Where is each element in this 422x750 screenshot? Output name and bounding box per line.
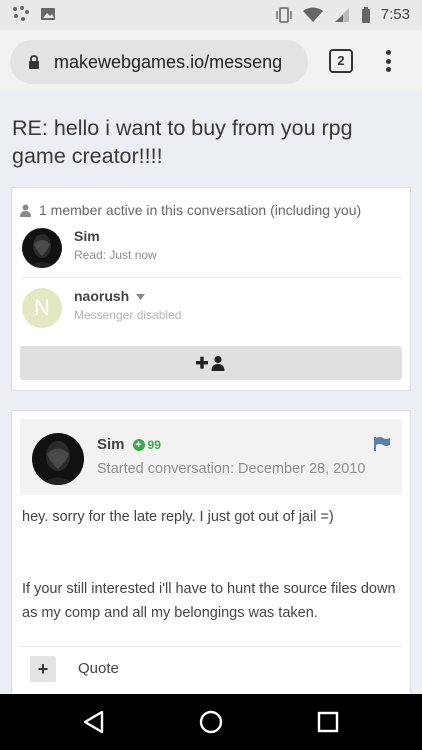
post-author-row: Sim + 99 (97, 436, 161, 453)
overflow-menu-icon[interactable] (378, 48, 398, 74)
member-messenger-status: Messenger disabled (74, 308, 182, 322)
reputation-badge: + 99 (132, 437, 161, 452)
cell-signal-icon (334, 7, 349, 22)
member-read-status: Read: Just now (74, 248, 157, 262)
url-text: makewebgames.io/messeng (54, 51, 283, 72)
home-icon[interactable] (197, 708, 225, 736)
image-notification-icon (41, 8, 55, 20)
post-body: hey. sorry for the late reply. I just go… (22, 505, 402, 625)
multiquote-button[interactable]: + (30, 656, 56, 682)
avatar[interactable] (32, 433, 84, 485)
members-panel: 1 member active in this conversation (in… (11, 187, 411, 391)
member-name[interactable]: naorush (74, 288, 129, 304)
message-post: Sim + 99 Started conversation: December … (11, 410, 411, 694)
avatar[interactable] (22, 228, 62, 268)
avatar-image (32, 433, 84, 485)
flag-icon[interactable] (374, 437, 390, 451)
plus-circle-icon: + (132, 438, 145, 451)
status-right: 7:53 (275, 6, 410, 23)
post-paragraph: hey. sorry for the late reply. I just go… (22, 509, 334, 525)
members-header-text: 1 member active in this conversation (in… (39, 202, 362, 218)
notification-dots-icon (13, 6, 29, 21)
user-icon (20, 204, 31, 217)
lock-icon (29, 54, 39, 69)
browser-toolbar: makewebgames.io/messeng 2 (0, 30, 422, 92)
status-left (12, 6, 56, 22)
post-author[interactable]: Sim (97, 436, 125, 453)
chevron-down-icon[interactable] (136, 294, 146, 301)
member-name[interactable]: Sim (74, 228, 100, 244)
status-time: 7:53 (380, 6, 410, 23)
navigation-bar (0, 694, 422, 750)
page-content: RE: hello i want to buy from you rpg gam… (0, 92, 422, 694)
post-header: Sim + 99 Started conversation: December … (20, 419, 402, 495)
quote-button[interactable]: Quote (78, 660, 119, 677)
member-name-row[interactable]: naorush (74, 288, 146, 304)
back-icon[interactable] (80, 708, 108, 736)
post-started-date: Started conversation: December 28, 2010 (97, 461, 366, 477)
battery-icon (361, 6, 370, 23)
member-item[interactable]: Sim Read: Just now (22, 226, 402, 278)
page-title: RE: hello i want to buy from you rpg gam… (12, 116, 353, 168)
recents-icon[interactable] (314, 708, 342, 736)
divider (22, 277, 402, 278)
members-header: 1 member active in this conversation (in… (20, 202, 361, 218)
wifi-icon (302, 7, 323, 22)
avatar-image (22, 228, 62, 268)
vibrate-icon (276, 6, 292, 23)
status-bar: 7:53 (0, 0, 422, 30)
tab-switcher-button[interactable]: 2 (329, 49, 353, 73)
divider (20, 646, 402, 647)
add-member-button[interactable] (20, 346, 402, 380)
reputation-value: 99 (147, 437, 161, 452)
avatar[interactable]: N (22, 288, 62, 328)
post-paragraph: If your still interested i'll have to hu… (22, 581, 396, 621)
member-item[interactable]: N naorush Messenger disabled (22, 286, 402, 338)
address-bar[interactable]: makewebgames.io/messeng (10, 40, 308, 84)
add-user-icon (196, 355, 225, 371)
